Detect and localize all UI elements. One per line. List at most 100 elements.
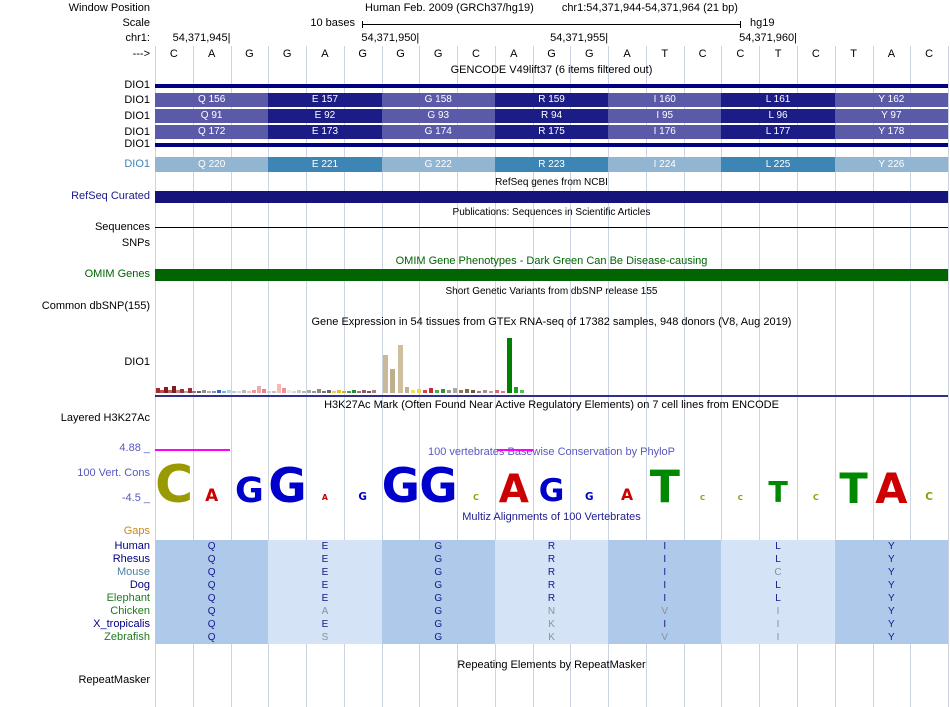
amino-acid-cell[interactable]: I 95: [608, 109, 722, 123]
multiz-cell[interactable]: G: [381, 566, 495, 579]
gtex-bar[interactable]: [441, 389, 445, 393]
multiz-cell[interactable]: R: [494, 553, 609, 566]
track-row-label-dio1[interactable]: DIO1: [0, 126, 150, 139]
multiz-cell[interactable]: G: [381, 553, 495, 566]
multiz-cell[interactable]: E: [268, 579, 382, 592]
gtex-bar[interactable]: [477, 391, 481, 393]
gtex-bar[interactable]: [197, 391, 201, 393]
gtex-bar[interactable]: [435, 390, 439, 393]
multiz-cell[interactable]: Q: [155, 540, 269, 553]
amino-acid-cell[interactable]: Y 97: [834, 109, 948, 123]
gtex-bar[interactable]: [429, 388, 433, 393]
amino-acid-cell[interactable]: E 221: [268, 157, 382, 172]
amino-acid-cell[interactable]: G 222: [381, 157, 495, 172]
multiz-cell[interactable]: L: [721, 553, 835, 566]
amino-acid-cell[interactable]: L 177: [721, 125, 835, 139]
gaps-label[interactable]: Gaps: [0, 525, 150, 538]
species-label[interactable]: Human: [0, 540, 150, 553]
gtex-bar[interactable]: [287, 390, 291, 393]
gtex-bar[interactable]: [347, 391, 351, 393]
gtex-bar[interactable]: [272, 391, 276, 393]
multiz-cell[interactable]: N: [494, 605, 609, 618]
amino-acid-cell[interactable]: G 93: [381, 109, 495, 123]
multiz-cell[interactable]: Y: [834, 631, 948, 644]
amino-acid-cell[interactable]: Q 220: [155, 157, 269, 172]
multiz-cell[interactable]: R: [494, 540, 609, 553]
multiz-cell[interactable]: E: [268, 540, 382, 553]
amino-acid-cell[interactable]: R 159: [494, 93, 609, 107]
gtex-bar[interactable]: [207, 391, 211, 393]
multiz-cell[interactable]: Q: [155, 579, 269, 592]
gtex-bar[interactable]: [483, 390, 487, 393]
snps-label[interactable]: SNPs: [0, 237, 150, 250]
gtex-bar[interactable]: [222, 391, 226, 393]
gtex-bar[interactable]: [383, 355, 388, 393]
multiz-cell[interactable]: G: [381, 592, 495, 605]
multiz-cell[interactable]: L: [721, 579, 835, 592]
multiz-cell[interactable]: I: [608, 566, 722, 579]
species-label[interactable]: X_tropicalis: [0, 618, 150, 631]
gtex-bar[interactable]: [495, 390, 499, 393]
multiz-cell[interactable]: Q: [155, 605, 269, 618]
amino-acid-cell[interactable]: L 96: [721, 109, 835, 123]
gtex-bar[interactable]: [307, 390, 311, 393]
gtex-bar[interactable]: [252, 390, 256, 393]
gtex-bar[interactable]: [192, 391, 196, 393]
multiz-cell[interactable]: I: [608, 553, 722, 566]
gtex-bar[interactable]: [227, 390, 231, 393]
multiz-cell[interactable]: Y: [834, 553, 948, 566]
track-row-label-dio1[interactable]: DIO1: [0, 110, 150, 123]
multiz-cell[interactable]: I: [721, 631, 835, 644]
multiz-cell[interactable]: R: [494, 566, 609, 579]
repeatmasker-label[interactable]: RepeatMasker: [0, 674, 150, 687]
gtex-bar[interactable]: [342, 391, 346, 393]
gtex-gene-label[interactable]: DIO1: [0, 356, 150, 369]
gtex-bar[interactable]: [312, 391, 316, 393]
sequences-line[interactable]: [155, 227, 948, 228]
multiz-cell[interactable]: E: [268, 618, 382, 631]
species-label[interactable]: Dog: [0, 579, 150, 592]
species-label[interactable]: Zebrafish: [0, 631, 150, 644]
gtex-bar[interactable]: [514, 387, 518, 393]
track-row-label-dio1[interactable]: DIO1: [0, 138, 150, 151]
gtex-bar[interactable]: [520, 390, 524, 393]
gtex-bar[interactable]: [357, 391, 361, 393]
gtex-bar[interactable]: [465, 389, 469, 393]
multiz-cell[interactable]: G: [381, 631, 495, 644]
gtex-bar[interactable]: [411, 390, 415, 393]
multiz-cell[interactable]: K: [494, 618, 609, 631]
species-label[interactable]: Chicken: [0, 605, 150, 618]
gtex-bar[interactable]: [277, 384, 281, 393]
amino-acid-cell[interactable]: I 176: [608, 125, 722, 139]
gtex-bar[interactable]: [337, 390, 341, 393]
gtex-bar[interactable]: [459, 390, 463, 393]
gtex-bar[interactable]: [398, 345, 403, 393]
amino-acid-cell[interactable]: R 223: [494, 157, 609, 172]
multiz-cell[interactable]: E: [268, 592, 382, 605]
amino-acid-cell[interactable]: I 224: [608, 157, 722, 172]
gtex-bar[interactable]: [322, 391, 326, 393]
amino-acid-cell[interactable]: E 92: [268, 109, 382, 123]
multiz-cell[interactable]: I: [608, 579, 722, 592]
amino-acid-cell[interactable]: I 160: [608, 93, 722, 107]
gtex-bar[interactable]: [212, 391, 216, 393]
amino-acid-cell[interactable]: R 94: [494, 109, 609, 123]
multiz-cell[interactable]: G: [381, 540, 495, 553]
amino-acid-cell[interactable]: R 175: [494, 125, 609, 139]
gtex-bar[interactable]: [507, 338, 512, 393]
exon-line[interactable]: [155, 84, 948, 88]
gtex-bar[interactable]: [242, 390, 246, 393]
gtex-bar[interactable]: [257, 386, 261, 393]
amino-acid-cell[interactable]: E 173: [268, 125, 382, 139]
multiz-cell[interactable]: Y: [834, 566, 948, 579]
amino-acid-cell[interactable]: Y 226: [834, 157, 948, 172]
multiz-cell[interactable]: I: [608, 618, 722, 631]
multiz-cell[interactable]: I: [608, 592, 722, 605]
species-label[interactable]: Elephant: [0, 592, 150, 605]
species-label[interactable]: Rhesus: [0, 553, 150, 566]
gtex-bar[interactable]: [367, 391, 371, 393]
multiz-cell[interactable]: Y: [834, 605, 948, 618]
multiz-cell[interactable]: Y: [834, 592, 948, 605]
gtex-bar[interactable]: [362, 390, 366, 393]
multiz-cell[interactable]: A: [268, 605, 382, 618]
